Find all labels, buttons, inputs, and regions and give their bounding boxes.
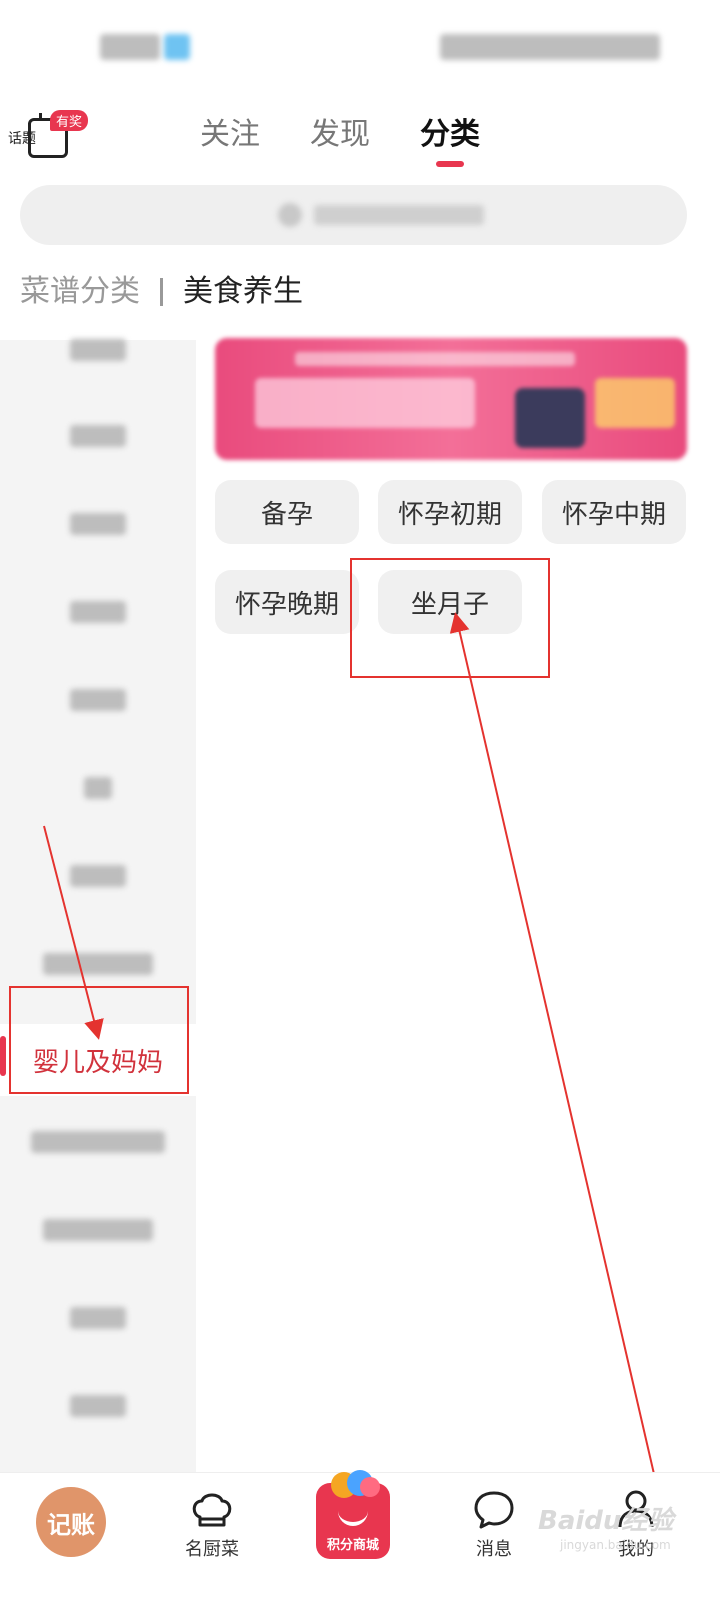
sidebar-item[interactable] (0, 758, 196, 818)
sidebar-item-label-blurred (70, 601, 126, 623)
sidebar-item[interactable] (0, 494, 196, 554)
tab-category-label: 分类 (420, 117, 480, 152)
sidebar-item[interactable] (0, 1288, 196, 1348)
annotation-arrow-chip (449, 612, 661, 1501)
nav-chef-label: 名厨菜 (185, 1539, 239, 1560)
sidebar-item-label-blurred (70, 865, 126, 887)
sidebar-item-label-blurred (70, 1395, 126, 1417)
sidebar-item[interactable] (0, 582, 196, 642)
points-mall-button[interactable]: 积分商城 (316, 1470, 390, 1559)
tab-follow[interactable]: 关注 (200, 115, 260, 155)
sidebar-active-indicator (0, 1036, 6, 1076)
search-icon (278, 203, 302, 227)
sidebar-item[interactable] (0, 1112, 196, 1172)
chip-early-pregnancy[interactable]: 怀孕初期 (378, 480, 522, 544)
sidebar-item-label-blurred (70, 1307, 126, 1329)
accounting-label: 记账 (47, 1510, 95, 1539)
search-placeholder-blurred (278, 203, 484, 227)
sidebar-item-label-blurred (43, 1219, 153, 1241)
chip-pre-pregnancy[interactable]: 备孕 (215, 480, 359, 544)
reward-badge: 有奖 (50, 110, 89, 131)
tab-discover[interactable]: 发现 (310, 115, 370, 155)
banner-person-image (515, 388, 585, 448)
nav-chef[interactable]: 名厨菜 (180, 1473, 244, 1600)
annotation-box-chip (350, 558, 550, 678)
sidebar-item[interactable] (0, 406, 196, 466)
breadcrumb-root[interactable]: 菜谱分类 (20, 272, 140, 312)
category-sidebar: 婴儿及妈妈 (0, 339, 196, 1472)
baidu-watermark-url: jingyan.baidu.com (560, 1538, 671, 1552)
nav-messages[interactable]: 消息 (470, 1473, 518, 1600)
breadcrumb: 菜谱分类 美食养生 (20, 272, 303, 312)
status-time-blurred (100, 34, 160, 60)
tab-active-indicator (436, 161, 464, 167)
promo-banner[interactable] (215, 338, 687, 460)
chip-mid-pregnancy[interactable]: 怀孕中期 (542, 480, 686, 544)
shopping-bag-smile-icon (338, 1510, 368, 1526)
banner-text-blurred (295, 352, 575, 366)
baidu-watermark: Baidu经验 (538, 1506, 674, 1536)
sidebar-item-label-blurred (31, 1131, 165, 1153)
sidebar-item[interactable] (0, 934, 196, 994)
sidebar-item[interactable] (0, 320, 196, 380)
sidebar-item-label-blurred (70, 339, 126, 361)
sidebar-item[interactable] (0, 1200, 196, 1260)
sidebar-item[interactable] (0, 670, 196, 730)
accounting-button[interactable]: 记账 (36, 1487, 106, 1557)
sidebar-item-label-blurred (43, 953, 153, 975)
top-tabs: 关注 发现 分类 (200, 115, 480, 167)
breadcrumb-current: 美食养生 (183, 274, 303, 309)
sidebar-item-label-blurred (70, 425, 126, 447)
sidebar-item[interactable] (0, 846, 196, 906)
status-indicators-blurred (440, 34, 660, 60)
sidebar-item[interactable] (0, 1376, 196, 1436)
search-placeholder-text (314, 205, 484, 225)
nav-messages-label: 消息 (476, 1539, 512, 1560)
topic-label: 话题 (8, 131, 36, 147)
chip-late-pregnancy[interactable]: 怀孕晚期 (215, 570, 359, 634)
points-mall-label: 积分商城 (326, 1538, 379, 1553)
sidebar-item-label-blurred (70, 513, 126, 535)
banner-slogan-blurred (595, 378, 675, 428)
search-bar[interactable] (20, 185, 687, 245)
annotation-box-sidebar (9, 986, 189, 1094)
sidebar-item-label-blurred (70, 689, 126, 711)
status-bar (0, 0, 720, 90)
tab-category[interactable]: 分类 (420, 115, 480, 167)
chat-bubble-icon (474, 1491, 514, 1529)
banner-headline-blurred (255, 378, 475, 428)
breadcrumb-divider (160, 278, 163, 306)
sidebar-item-label-blurred (84, 777, 112, 799)
mall-balls-icon (331, 1470, 380, 1498)
chef-hat-icon (192, 1493, 232, 1527)
status-notification-icon (164, 34, 190, 60)
